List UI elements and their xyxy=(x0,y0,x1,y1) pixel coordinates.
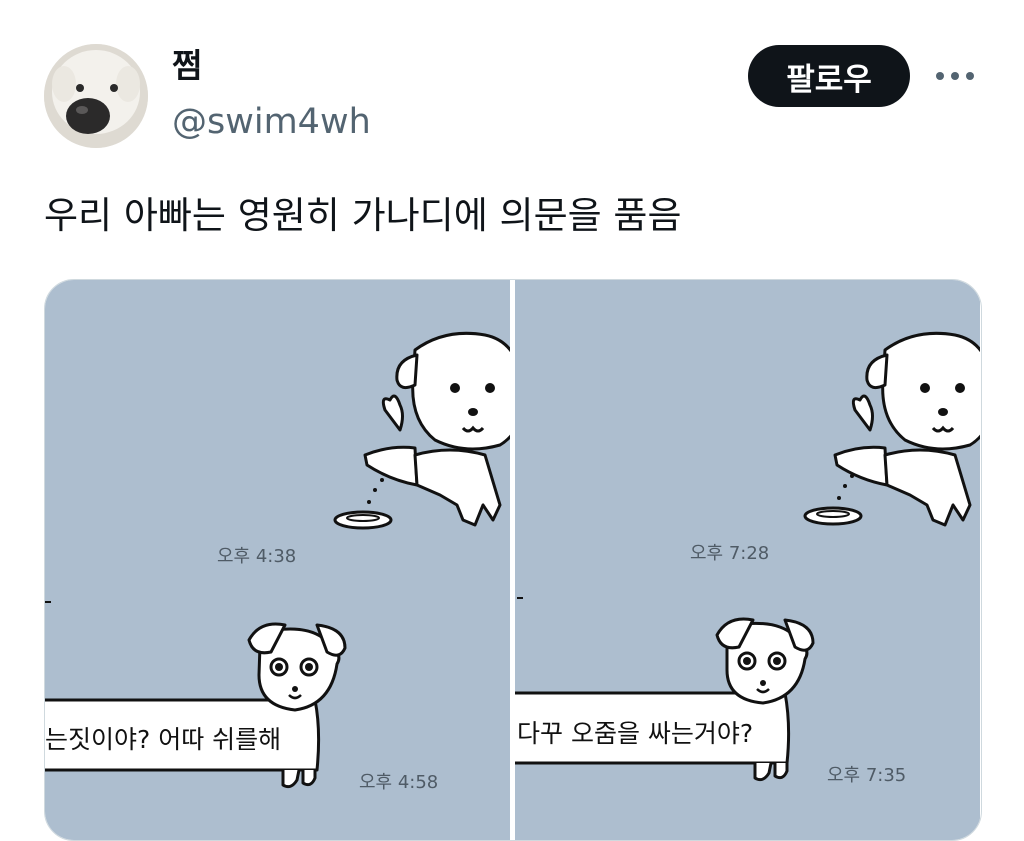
follow-button[interactable]: 팔로우 xyxy=(748,45,910,107)
message-timestamp: 오후 4:38 xyxy=(217,546,297,567)
more-horizontal-icon xyxy=(936,72,974,80)
message-timestamp: 오후 4:58 xyxy=(359,772,439,793)
message-timestamp: 오후 7:35 xyxy=(827,765,907,786)
more-options-button[interactable] xyxy=(930,52,980,100)
media-image-right[interactable]: 오후 7:28 다꾸 오줌을 싸는거야? 오후 7:35 xyxy=(515,280,980,840)
message-timestamp: 오후 7:28 xyxy=(690,543,770,564)
message-text: 다꾸 오줌을 싸는거야? xyxy=(517,719,754,748)
dog-avatar-image xyxy=(44,44,148,148)
user-handle[interactable]: @swim4wh xyxy=(172,100,371,144)
user-display-name[interactable]: 쩜 xyxy=(172,46,202,86)
avatar[interactable] xyxy=(44,44,148,148)
media-image-left[interactable]: 오후 4:38 는짓이야? 어따 쉬를해 오후 4:58 xyxy=(45,280,510,840)
message-text: 는짓이야? 어따 쉬를해 xyxy=(45,725,282,754)
tweet-text: 우리 아빠는 영원히 가나디에 의문을 품음 xyxy=(44,194,682,237)
tweet-media[interactable]: 오후 4:38 는짓이야? 어따 쉬를해 오후 4:58 오후 7:28 다꾸 … xyxy=(44,279,982,841)
